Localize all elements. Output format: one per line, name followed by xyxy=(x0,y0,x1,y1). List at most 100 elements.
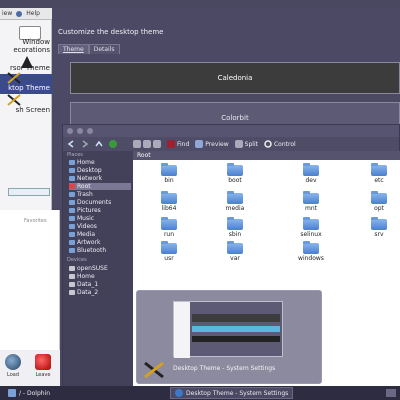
window-thumbnail[interactable] xyxy=(173,301,283,358)
up-icon xyxy=(95,140,103,147)
folder-icon xyxy=(69,208,75,213)
place-label: Documents xyxy=(77,199,112,206)
task-label: Desktop Theme - System Settings xyxy=(186,389,289,397)
place-label: Network xyxy=(77,175,103,182)
window-menu-icon[interactable] xyxy=(67,128,73,134)
reload-button[interactable] xyxy=(109,140,117,148)
task-dolphin[interactable]: / - Dolphin xyxy=(4,387,54,399)
device-data-2[interactable]: Data_2 xyxy=(69,289,131,296)
desktop-theme-icon xyxy=(144,361,164,379)
places-header: Places xyxy=(67,152,83,158)
folder-item[interactable]: opt xyxy=(359,191,399,212)
folder-item[interactable]: etc xyxy=(359,163,399,184)
place-media[interactable]: Media xyxy=(69,231,131,238)
folder-item[interactable]: dev xyxy=(291,163,331,184)
folder-item[interactable]: selinux xyxy=(291,217,331,238)
folder-icon xyxy=(69,200,75,205)
place-music[interactable]: Music xyxy=(69,215,131,222)
folder-label: windows xyxy=(298,255,324,262)
thumbnail-card xyxy=(192,314,280,322)
up-button[interactable] xyxy=(95,140,103,148)
folder-label: media xyxy=(225,205,245,212)
find-button[interactable]: Find xyxy=(167,140,189,148)
menu-help[interactable]: Help xyxy=(26,10,40,17)
folder-item[interactable]: windows xyxy=(291,241,331,262)
device-data-1[interactable]: Data_1 xyxy=(69,281,131,288)
control-button[interactable]: Control xyxy=(264,140,296,148)
folder-icon xyxy=(303,191,319,204)
place-artwork[interactable]: Artwork xyxy=(69,239,131,246)
place-home[interactable]: Home xyxy=(69,159,131,166)
leave-button[interactable]: Leave xyxy=(32,354,54,378)
back-button[interactable] xyxy=(67,140,75,148)
load-button[interactable]: Load xyxy=(2,354,24,378)
preview-icon xyxy=(195,140,204,148)
folder-icon xyxy=(69,232,75,237)
breadcrumb[interactable]: Root xyxy=(133,151,400,160)
place-network[interactable]: Network xyxy=(69,175,131,182)
theme-option-caledonia[interactable]: Caledonia xyxy=(70,62,400,94)
folder-item[interactable]: usr xyxy=(149,241,189,262)
place-pictures[interactable]: Pictures xyxy=(69,207,131,214)
device-label: openSUSE xyxy=(77,265,108,272)
folder-item[interactable]: boot xyxy=(215,163,255,184)
folder-icon xyxy=(69,216,75,221)
folder-item[interactable]: var xyxy=(215,241,255,262)
place-desktop[interactable]: Desktop xyxy=(69,167,131,174)
folder-item[interactable]: mnt xyxy=(291,191,331,212)
window-switcher: Desktop Theme - System Settings xyxy=(136,290,322,384)
toolbar-label: Split xyxy=(244,140,258,148)
task-system-settings[interactable]: Desktop Theme - System Settings xyxy=(170,387,294,399)
place-bluetooth[interactable]: Bluetooth xyxy=(69,247,131,254)
device-opensuse[interactable]: openSUSE xyxy=(69,265,131,272)
page-title: Customize the desktop theme xyxy=(58,28,164,36)
folder-item[interactable]: lib64 xyxy=(149,191,189,212)
toolbar-label: Control xyxy=(273,140,296,148)
place-documents[interactable]: Documents xyxy=(69,199,131,206)
place-label: Desktop xyxy=(77,167,102,174)
toolbar: Find Preview Split Control xyxy=(63,137,399,151)
columns-view-icon xyxy=(153,140,161,148)
task-label: / - Dolphin xyxy=(19,389,51,397)
folder-item[interactable]: srv xyxy=(359,217,399,238)
splash-screen-icon xyxy=(7,94,21,106)
menu-view[interactable]: iew xyxy=(2,10,12,17)
folder-label: lib64 xyxy=(161,205,177,212)
place-label: Artwork xyxy=(77,239,101,246)
folder-icon xyxy=(227,163,243,176)
folder-item[interactable]: bin xyxy=(149,163,189,184)
sidebar-item-window-decorations[interactable]: Window ecorations xyxy=(0,38,52,54)
view-mode-buttons[interactable] xyxy=(133,140,161,148)
minimize-icon[interactable] xyxy=(87,128,93,134)
folder-icon xyxy=(69,224,75,229)
tray-icon[interactable] xyxy=(386,389,396,397)
drive-icon xyxy=(69,266,75,271)
folder-icon xyxy=(371,163,387,176)
search-input[interactable] xyxy=(8,188,50,196)
forward-button[interactable] xyxy=(81,140,89,148)
folder-icon xyxy=(303,241,319,254)
split-button[interactable]: Split xyxy=(234,140,258,148)
place-videos[interactable]: Videos xyxy=(69,223,131,230)
tab-theme[interactable]: Theme xyxy=(58,44,89,54)
tab-details[interactable]: Details xyxy=(88,44,120,54)
folder-item[interactable]: sbin xyxy=(215,217,255,238)
root-icon xyxy=(69,184,75,189)
place-label: Home xyxy=(77,159,95,166)
thumbnail-sidebar xyxy=(174,302,190,358)
title-bar[interactable] xyxy=(63,125,399,137)
sidebar-item-cursor-theme[interactable]: rsor Theme xyxy=(0,64,52,72)
folder-icon xyxy=(161,217,177,230)
sidebar-item-splash-screen[interactable]: sh Screen xyxy=(0,106,52,114)
sticky-icon[interactable] xyxy=(77,128,83,134)
device-home[interactable]: Home xyxy=(69,273,131,280)
folder-item[interactable]: run xyxy=(149,217,189,238)
launcher-panel: Favorites Load Leave xyxy=(0,188,60,386)
place-root[interactable]: Root xyxy=(69,183,131,190)
folder-icon xyxy=(161,241,177,254)
folder-item[interactable]: media xyxy=(215,191,255,212)
folder-icon xyxy=(371,217,387,230)
place-trash[interactable]: Trash xyxy=(69,191,131,198)
preview-button[interactable]: Preview xyxy=(195,140,229,148)
folder-label: dev xyxy=(305,177,317,184)
